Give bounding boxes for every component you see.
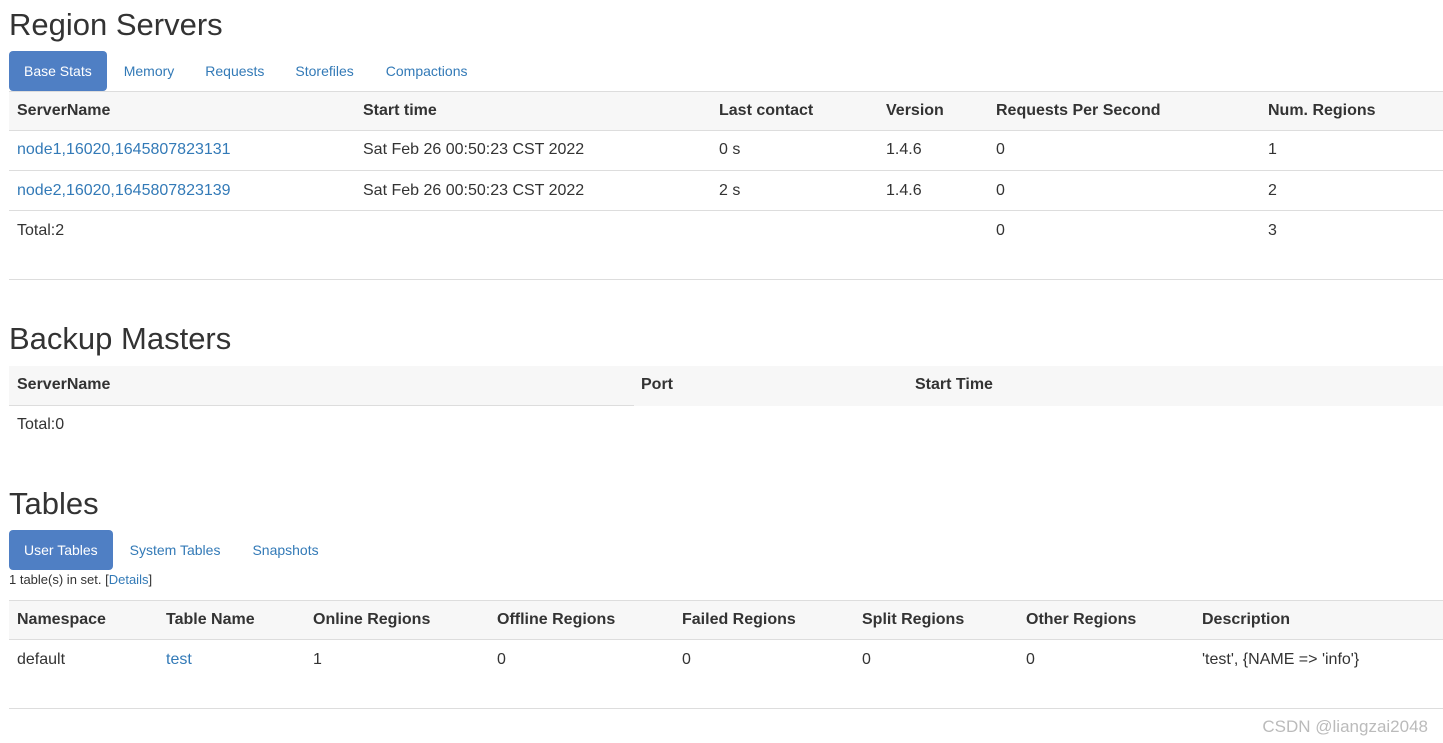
server-link[interactable]: node2,16020,1645807823139 bbox=[17, 171, 231, 211]
failed-regions-cell: 0 bbox=[682, 651, 691, 668]
start-time-cell: Sat Feb 26 00:50:23 CST 2022 bbox=[363, 182, 585, 199]
tab-compactions[interactable]: Compactions bbox=[370, 51, 484, 91]
total-label: Total:0 bbox=[17, 416, 65, 433]
table-row: default test 1 0 0 0 0 'test', {NAME => … bbox=[9, 640, 1443, 680]
version-cell: 1.4.6 bbox=[886, 182, 922, 199]
tab-snapshots[interactable]: Snapshots bbox=[236, 530, 334, 570]
region-servers-tabs: Base Stats Memory Requests Storefiles Co… bbox=[9, 51, 483, 91]
col-start-time: Start time bbox=[363, 102, 437, 119]
col-servername: ServerName bbox=[17, 376, 111, 393]
region-servers-header-row: ServerName Start time Last contact Versi… bbox=[9, 91, 1443, 131]
col-requests-per-second: Requests Per Second bbox=[996, 102, 1161, 119]
col-failed-regions: Failed Regions bbox=[682, 611, 796, 628]
total-row: Total:2 0 3 bbox=[9, 210, 1443, 250]
last-contact-cell: 2 s bbox=[719, 182, 741, 199]
col-namespace: Namespace bbox=[17, 611, 106, 628]
backup-masters-title: Backup Masters bbox=[9, 321, 232, 356]
tab-memory[interactable]: Memory bbox=[107, 51, 191, 91]
offline-regions-cell: 0 bbox=[497, 651, 506, 668]
total-regions: 3 bbox=[1268, 222, 1277, 239]
regions-cell: 2 bbox=[1268, 182, 1277, 199]
details-link[interactable]: Details bbox=[109, 572, 149, 587]
tables-summary-end: ] bbox=[148, 572, 153, 587]
col-port: Port bbox=[641, 376, 673, 393]
col-split-regions: Split Regions bbox=[862, 611, 965, 628]
version-cell: 1.4.6 bbox=[886, 141, 922, 158]
tables-title: Tables bbox=[9, 486, 99, 521]
tab-requests[interactable]: Requests bbox=[190, 51, 279, 91]
col-servername: ServerName bbox=[17, 102, 111, 119]
split-regions-cell: 0 bbox=[862, 651, 871, 668]
region-servers-title: Region Servers bbox=[9, 7, 223, 42]
total-row: Total:0 bbox=[9, 405, 1443, 445]
col-version: Version bbox=[886, 102, 944, 119]
divider bbox=[9, 279, 1443, 280]
total-requests: 0 bbox=[996, 222, 1005, 239]
backup-masters-header-row: ServerName Port Start Time bbox=[9, 366, 1443, 406]
regions-cell: 1 bbox=[1268, 141, 1277, 158]
divider bbox=[9, 708, 1443, 709]
last-contact-cell: 0 s bbox=[719, 141, 741, 158]
start-time-cell: Sat Feb 26 00:50:23 CST 2022 bbox=[363, 141, 585, 158]
requests-cell: 0 bbox=[996, 141, 1005, 158]
tables-summary: 1 table(s) in set. [Details] bbox=[9, 572, 152, 587]
other-regions-cell: 0 bbox=[1026, 651, 1035, 668]
table-row: node1,16020,1645807823131 Sat Feb 26 00:… bbox=[9, 130, 1443, 170]
online-regions-cell: 1 bbox=[313, 651, 322, 668]
watermark: CSDN @liangzai2048 bbox=[1262, 717, 1428, 736]
col-online-regions: Online Regions bbox=[313, 611, 431, 628]
server-link[interactable]: node1,16020,1645807823131 bbox=[17, 130, 231, 170]
col-table-name: Table Name bbox=[166, 611, 255, 628]
requests-cell: 0 bbox=[996, 182, 1005, 199]
col-num-regions: Num. Regions bbox=[1268, 102, 1376, 119]
col-offline-regions: Offline Regions bbox=[497, 611, 616, 628]
tab-base-stats[interactable]: Base Stats bbox=[9, 51, 107, 91]
total-label: Total:2 bbox=[17, 222, 65, 239]
tables-tabs: User Tables System Tables Snapshots bbox=[9, 530, 335, 570]
table-row: node2,16020,1645807823139 Sat Feb 26 00:… bbox=[9, 170, 1443, 210]
namespace-cell: default bbox=[17, 651, 66, 668]
col-description: Description bbox=[1202, 611, 1291, 628]
tables-summary-text: 1 table(s) in set. [ bbox=[9, 572, 109, 587]
col-last-contact: Last contact bbox=[719, 102, 814, 119]
tab-user-tables[interactable]: User Tables bbox=[9, 530, 113, 570]
tables-header-row: Namespace Table Name Online Regions Offl… bbox=[9, 600, 1443, 640]
table-name-link[interactable]: test bbox=[166, 640, 192, 680]
col-start-time: Start Time bbox=[915, 376, 993, 393]
description-cell: 'test', {NAME => 'info'} bbox=[1202, 651, 1360, 668]
tab-system-tables[interactable]: System Tables bbox=[113, 530, 237, 570]
tab-storefiles[interactable]: Storefiles bbox=[279, 51, 369, 91]
col-other-regions: Other Regions bbox=[1026, 611, 1137, 628]
